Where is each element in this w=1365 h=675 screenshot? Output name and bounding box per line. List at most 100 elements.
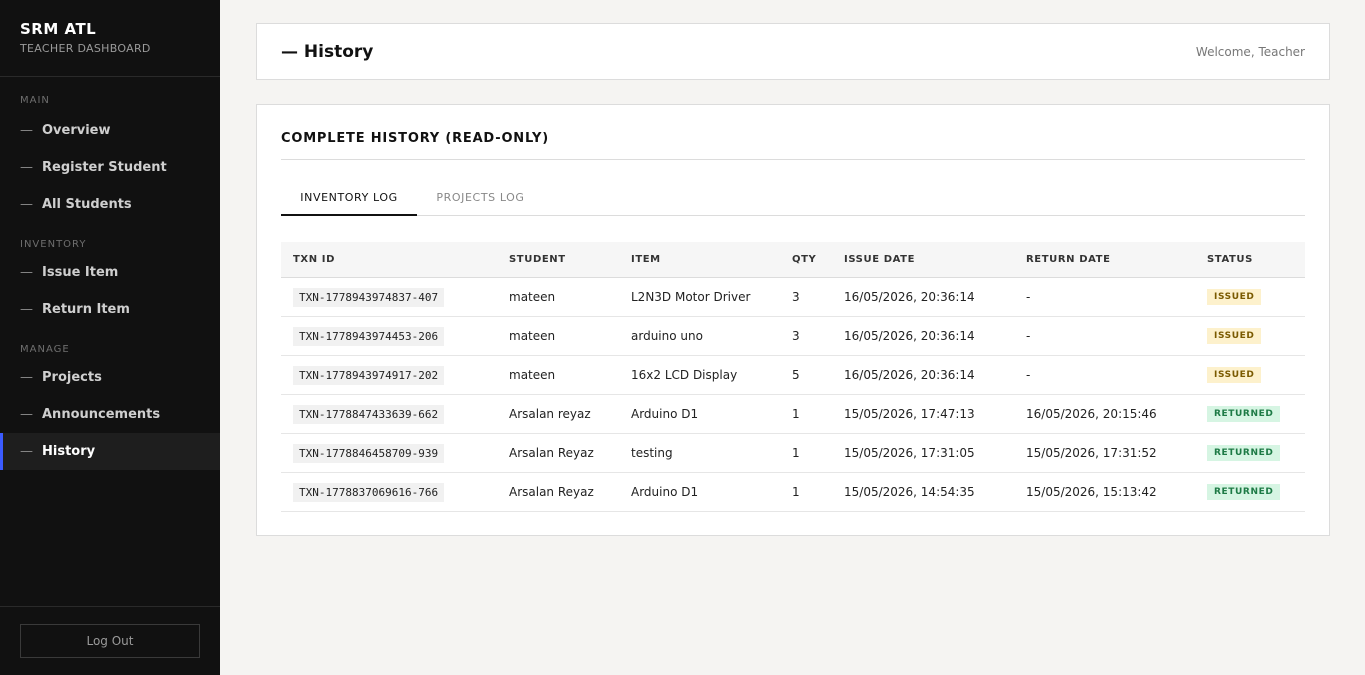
issue-date-cell: 15/05/2026, 17:47:13 — [832, 394, 1014, 434]
column-header: STATUS — [1195, 242, 1305, 278]
item-cell: Arduino D1 — [619, 472, 780, 512]
sidebar-item-issue-item[interactable]: — Issue Item — [0, 254, 220, 291]
column-header: RETURN DATE — [1014, 242, 1195, 278]
item-cell: arduino uno — [619, 316, 780, 356]
txn-id-cell: TXN-1778943974917-202 — [281, 355, 497, 395]
column-header: ITEM — [619, 242, 780, 278]
sidebar-item-label: Projects — [42, 370, 102, 385]
qty-cell: 1 — [780, 472, 832, 512]
welcome-text: Welcome, Teacher — [1195, 45, 1305, 59]
sidebar-item-overview[interactable]: — Overview — [0, 112, 220, 149]
column-header: QTY — [780, 242, 832, 278]
status-cell: ISSUED — [1195, 316, 1305, 356]
dash-icon: — — [20, 444, 33, 459]
table-header-row: TXN ID STUDENT ITEM QTY ISSUE DATE RETUR… — [281, 242, 1305, 278]
txn-id: TXN-1778943974837-407 — [293, 287, 445, 307]
txn-id: TXN-1778943974917-202 — [293, 365, 445, 385]
status-badge: RETURNED — [1207, 445, 1281, 461]
dash-icon: — — [20, 123, 33, 138]
table-row: TXN-1778943974453-206 mateen arduino uno… — [281, 316, 1305, 356]
column-header: ISSUE DATE — [832, 242, 1014, 278]
sidebar-item-all-students[interactable]: — All Students — [0, 186, 220, 223]
sidebar-item-label: Overview — [42, 123, 111, 138]
dash-icon: — — [20, 370, 33, 385]
return-date-cell: - — [1014, 355, 1195, 395]
table-row: TXN-1778943974837-407 mateen L2N3D Motor… — [281, 277, 1305, 317]
return-date-cell: 16/05/2026, 20:15:46 — [1014, 394, 1195, 434]
card-title: COMPLETE HISTORY (READ-ONLY) — [281, 131, 1305, 160]
txn-id: TXN-1778847433639-662 — [293, 404, 445, 424]
student-cell: mateen — [497, 277, 619, 317]
brand: SRM ATL TEACHER DASHBOARD — [0, 0, 220, 77]
dash-icon: — — [20, 265, 33, 280]
status-cell: RETURNED — [1195, 472, 1305, 512]
txn-id: TXN-1778846458709-939 — [293, 443, 445, 463]
dash-icon: — — [20, 407, 33, 422]
tab-bar: INVENTORY LOG PROJECTS LOG — [281, 179, 1305, 216]
student-cell: mateen — [497, 316, 619, 356]
student-cell: Arsalan Reyaz — [497, 472, 619, 512]
sidebar-item-label: Return Item — [42, 302, 130, 317]
sidebar-item-label: Register Student — [42, 160, 167, 175]
section-label-manage: MANAGE — [20, 344, 70, 355]
column-header: TXN ID — [281, 242, 497, 278]
status-badge: ISSUED — [1207, 328, 1262, 344]
sidebar-item-label: Announcements — [42, 407, 161, 422]
item-cell: L2N3D Motor Driver — [619, 277, 780, 317]
txn-id-cell: TXN-1778837069616-766 — [281, 472, 497, 512]
txn-id-cell: TXN-1778847433639-662 — [281, 394, 497, 434]
return-date-cell: 15/05/2026, 17:31:52 — [1014, 433, 1195, 473]
return-date-cell: 15/05/2026, 15:13:42 — [1014, 472, 1195, 512]
logout-button[interactable]: Log Out — [20, 624, 200, 658]
return-date-cell: - — [1014, 316, 1195, 356]
section-label-inventory: INVENTORY — [20, 239, 87, 250]
status-cell: ISSUED — [1195, 277, 1305, 317]
table-row: TXN-1778847433639-662 Arsalan reyaz Ardu… — [281, 394, 1305, 434]
dash-icon: — — [20, 160, 33, 175]
column-header: STUDENT — [497, 242, 619, 278]
issue-date-cell: 16/05/2026, 20:36:14 — [832, 355, 1014, 395]
sidebar-item-return-item[interactable]: — Return Item — [0, 291, 220, 328]
txn-id-cell: TXN-1778846458709-939 — [281, 433, 497, 473]
header-bar: — History Welcome, Teacher — [256, 23, 1330, 80]
sidebar-item-label: Issue Item — [42, 265, 119, 280]
sidebar-footer: Log Out — [0, 606, 220, 675]
qty-cell: 3 — [780, 277, 832, 317]
status-cell: RETURNED — [1195, 394, 1305, 434]
issue-date-cell: 15/05/2026, 14:54:35 — [832, 472, 1014, 512]
issue-date-cell: 15/05/2026, 17:31:05 — [832, 433, 1014, 473]
item-cell: testing — [619, 433, 780, 473]
table-row: TXN-1778943974917-202 mateen 16x2 LCD Di… — [281, 355, 1305, 395]
history-table: TXN ID STUDENT ITEM QTY ISSUE DATE RETUR… — [281, 242, 1305, 512]
student-cell: mateen — [497, 355, 619, 395]
student-cell: Arsalan reyaz — [497, 394, 619, 434]
sidebar-item-history[interactable]: — History — [0, 433, 220, 470]
dash-icon: — — [20, 302, 33, 317]
qty-cell: 3 — [780, 316, 832, 356]
status-cell: ISSUED — [1195, 355, 1305, 395]
item-cell: 16x2 LCD Display — [619, 355, 780, 395]
table-row: TXN-1778846458709-939 Arsalan Reyaz test… — [281, 433, 1305, 473]
table-row: TXN-1778837069616-766 Arsalan Reyaz Ardu… — [281, 472, 1305, 512]
status-cell: RETURNED — [1195, 433, 1305, 473]
item-cell: Arduino D1 — [619, 394, 780, 434]
brand-title: SRM ATL — [20, 20, 97, 38]
txn-id: TXN-1778837069616-766 — [293, 482, 445, 502]
page-title: — History — [281, 42, 374, 62]
issue-date-cell: 16/05/2026, 20:36:14 — [832, 277, 1014, 317]
sidebar-item-projects[interactable]: — Projects — [0, 359, 220, 396]
qty-cell: 1 — [780, 394, 832, 434]
return-date-cell: - — [1014, 277, 1195, 317]
dash-icon: — — [20, 197, 33, 212]
brand-subtitle: TEACHER DASHBOARD — [20, 42, 151, 55]
status-badge: RETURNED — [1207, 484, 1281, 500]
txn-id-cell: TXN-1778943974453-206 — [281, 316, 497, 356]
status-badge: ISSUED — [1207, 289, 1262, 305]
tab-inventory-log[interactable]: INVENTORY LOG — [281, 179, 417, 216]
tab-projects-log[interactable]: PROJECTS LOG — [417, 179, 544, 216]
qty-cell: 5 — [780, 355, 832, 395]
sidebar: SRM ATL TEACHER DASHBOARD MAIN — Overview… — [0, 0, 220, 675]
sidebar-item-label: All Students — [42, 197, 132, 212]
sidebar-item-register-student[interactable]: — Register Student — [0, 149, 220, 186]
sidebar-item-announcements[interactable]: — Announcements — [0, 396, 220, 433]
